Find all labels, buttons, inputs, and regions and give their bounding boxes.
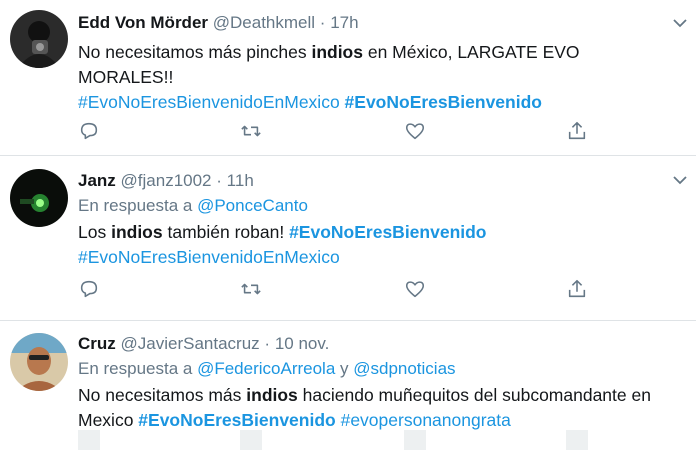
mention-link[interactable]: @sdpnoticias — [353, 359, 455, 378]
reply-prefix: En respuesta a — [78, 196, 198, 215]
hashtag-link[interactable]: #EvoNoEresBienvenido — [138, 410, 335, 430]
mention-link[interactable]: @PonceCanto — [197, 196, 308, 215]
text-segment: No necesitamos más — [78, 385, 247, 405]
separator-dot: · — [216, 171, 222, 190]
hashtag-link[interactable]: #EvoNoEresBienvenidoEnMexico — [78, 247, 340, 267]
blurred-action — [566, 430, 588, 450]
tweet-header: Edd Von Mörder @Deathkmell · 17h — [78, 12, 656, 34]
text-segment: también roban! — [162, 222, 290, 242]
text-segment: No necesitamos más pinches — [78, 42, 312, 62]
timestamp[interactable]: 11h — [227, 171, 254, 190]
mention-link[interactable]: @FedericoArreola — [197, 359, 335, 378]
like-icon[interactable] — [404, 278, 428, 302]
avatar[interactable] — [10, 333, 68, 391]
tweet-text: No necesitamos más pinches indios en Méx… — [78, 40, 656, 115]
retweet-icon[interactable] — [240, 278, 264, 302]
reply-icon[interactable] — [78, 120, 102, 144]
tweet-content: Edd Von Mörder @Deathkmell · 17h No nece… — [78, 12, 656, 115]
reply-context: En respuesta a @FedericoArreola y @sdpno… — [78, 357, 656, 381]
highlighted-word: indios — [311, 42, 363, 62]
highlighted-word: indios — [111, 222, 163, 242]
display-name[interactable]: Cruz — [78, 334, 116, 353]
tweet-text: Los indios también roban! #EvoNoEresBien… — [78, 220, 656, 270]
like-icon[interactable] — [404, 120, 428, 144]
timestamp[interactable]: 10 nov. — [275, 334, 330, 353]
reply-prefix: En respuesta a — [78, 359, 198, 378]
separator-dot: · — [264, 334, 271, 353]
tweet-actions — [78, 120, 598, 144]
tweet-content: Janz @fjanz1002 · 11h En respuesta a @Po… — [78, 170, 656, 270]
separator-dot: · — [319, 13, 326, 32]
hashtag-link[interactable]: #EvoNoEresBienvenidoEnMexico — [78, 92, 340, 112]
reply-context: En respuesta a @PonceCanto — [78, 194, 656, 218]
tweet-content: Cruz @JavierSantacruz · 10 nov. En respu… — [78, 333, 656, 433]
tweet-text: No necesitamos más indios haciendo muñeq… — [78, 383, 656, 433]
chevron-down-icon[interactable] — [672, 172, 688, 188]
blurred-action — [404, 430, 426, 450]
username[interactable]: @fjanz1002 — [121, 171, 212, 190]
display-name[interactable]: Edd Von Mörder — [78, 13, 208, 32]
chevron-down-icon[interactable] — [672, 15, 688, 31]
reply-icon[interactable] — [78, 278, 102, 302]
reply-conjunction: y — [335, 359, 354, 378]
share-icon[interactable] — [566, 278, 590, 302]
username[interactable]: @JavierSantacruz — [121, 334, 260, 353]
avatar[interactable] — [10, 169, 68, 227]
blurred-action — [78, 430, 100, 450]
hashtag-link[interactable]: #EvoNoEresBienvenido — [289, 222, 486, 242]
highlighted-word: indios — [246, 385, 298, 405]
retweet-icon[interactable] — [240, 120, 264, 144]
hashtag-link[interactable]: #EvoNoEresBienvenido — [345, 92, 542, 112]
divider — [0, 155, 696, 156]
avatar[interactable] — [10, 10, 68, 68]
display-name[interactable]: Janz — [78, 171, 116, 190]
text-segment: Los — [78, 222, 112, 242]
tweet-header: Janz @fjanz1002 · 11h — [78, 170, 656, 192]
tweet-header: Cruz @JavierSantacruz · 10 nov. — [78, 333, 656, 355]
tweet-actions — [78, 278, 598, 302]
hashtag-link[interactable]: #evopersonanongrata — [341, 410, 511, 430]
divider — [0, 320, 696, 321]
timestamp[interactable]: 17h — [330, 13, 358, 32]
blurred-action — [240, 430, 262, 450]
tweet-actions-blurred — [78, 430, 598, 450]
share-icon[interactable] — [566, 120, 590, 144]
username[interactable]: @Deathkmell — [213, 13, 315, 32]
